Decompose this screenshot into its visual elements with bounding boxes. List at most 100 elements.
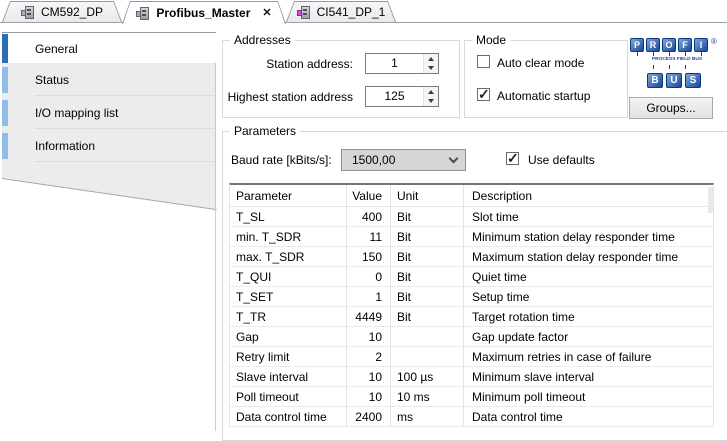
value-cell: 2 [347,347,391,366]
document-tab-label: CM592_DP [40,5,104,19]
document-tab[interactable]: Profibus_Master ✕ [122,1,286,24]
spin-up-icon[interactable] [424,54,438,64]
table-vscrollbar[interactable] [708,187,713,213]
highest-station-address-label: Highest station address [227,90,353,104]
mode-checkbox[interactable] [477,55,490,68]
logo-letter-box: P [630,38,644,52]
table-row[interactable]: T_SL 400 Bit Slot time [230,207,713,227]
description-cell: Minimum slave interval [472,369,595,384]
ci-module-icon [297,6,311,19]
document-tab-bar: CM592_DP Profibus_Master ✕ CI541_DP_1 [0,0,727,23]
unit-cell: Bit [391,247,464,266]
value-cell: 0 [347,267,391,286]
sidebar-tab-i-o-mapping-list[interactable]: I/O mapping list [2,96,216,129]
parameter-cell: Poll timeout [230,387,347,406]
unit-cell: ms [391,407,464,426]
description-cell: Maximum station delay responder time [472,249,679,264]
parameter-cell: T_TR [230,307,347,326]
sidebar-tab-label: General [35,42,78,56]
description-cell: Minimum poll timeout [472,389,586,404]
unit-cell: Bit [391,307,464,326]
table-row[interactable]: Retry limit 2 Maximum retries in case of… [230,347,713,367]
table-row[interactable]: min. T_SDR 11 Bit Minimum station delay … [230,227,713,247]
table-header-cell: Value [347,185,391,206]
unit-cell [391,327,464,346]
description-cell: Minimum station delay responder time [472,229,675,244]
logo-letter-box: F [678,38,692,52]
table-row[interactable]: max. T_SDR 150 Bit Maximum station delay… [230,247,713,267]
logo-letter-box: U [666,73,682,88]
table-row[interactable]: Slave interval 10 100 µs Minimum slave i… [230,367,713,387]
tab-stripe [2,67,8,93]
tab-stripe [2,133,8,159]
unit-cell: Bit [391,227,464,246]
value-cell: 400 [347,207,391,226]
description-cell: Data control time [472,409,563,424]
unit-cell: Bit [391,287,464,306]
baud-rate-combobox[interactable]: 1500,00 [341,149,466,171]
table-header-cell: Description [472,188,533,203]
description-cell: Target rotation time [472,309,575,324]
tab-stripe [2,100,8,126]
station-address-value[interactable]: 1 [366,54,423,73]
logo-letter-box: B [647,73,663,88]
highest-station-address-spinner[interactable]: 125 [365,86,439,107]
sidebar-inactive-tabs: Status I/O mapping list Information [2,63,216,209]
value-cell: 2400 [347,407,391,426]
table-header-cell: Parameter [230,185,347,206]
mode-checkbox[interactable] [477,86,490,103]
table-header-cell: Unit [391,185,464,206]
sidebar-tab-label: I/O mapping list [35,106,119,120]
sidebar-tab-general[interactable]: General [2,32,216,63]
parameter-cell: Data control time [230,407,347,426]
pane-splitter[interactable] [215,209,216,431]
description-cell: Quiet time [472,269,527,284]
editor-sidebar: General Status I/O mapping list Informat… [1,32,217,212]
use-defaults-checkbox[interactable] [506,150,519,167]
table-row[interactable]: T_TR 4449 Bit Target rotation time [230,307,713,327]
document-tab[interactable]: CM592_DP [2,1,122,22]
parameter-cell: T_SL [230,207,347,226]
sidebar-tab-information[interactable]: Information [2,129,216,162]
profibus-subtitle: PROCESS FIELD BUS [651,56,703,62]
parameter-cell: Gap [230,327,347,346]
unit-cell: Bit [391,267,464,286]
table-row[interactable]: Poll timeout 10 10 ms Minimum poll timeo… [230,387,713,407]
addresses-groupbox: Addresses Station address: 1 Highest sta… [222,33,460,118]
sidebar-tab-label: Status [35,73,70,87]
mode-legend: Mode [472,33,511,47]
groups-button[interactable]: Groups... [629,97,713,119]
addresses-legend: Addresses [230,33,295,47]
table-row[interactable]: T_QUI 0 Bit Quiet time [230,267,713,287]
station-address-spinner[interactable]: 1 [365,53,439,74]
table-row[interactable]: T_SET 1 Bit Setup time [230,287,713,307]
highest-station-address-value[interactable]: 125 [366,87,423,106]
value-cell: 11 [347,227,391,246]
spin-down-icon[interactable] [424,64,438,74]
unit-cell [391,347,464,366]
logo-letter-box: S [685,73,701,88]
document-tab-label: CI541_DP_1 [316,5,386,19]
parameter-cell: Slave interval [230,367,347,386]
parameters-groupbox: Parameters Baud rate [kBits/s]: 1500,00 … [222,124,727,441]
logo-letter-box: I [694,38,708,52]
value-cell: 1 [347,287,391,306]
value-cell: 150 [347,247,391,266]
table-row[interactable]: Gap 10 Gap update factor [230,327,713,347]
spin-down-icon[interactable] [424,97,438,107]
description-cell: Slot time [472,209,519,224]
parameter-cell: min. T_SDR [230,227,347,246]
table-row[interactable]: Data control time 2400 ms Data control t… [230,407,713,427]
dp-module-icon [21,6,35,19]
table-header-row: Parameter Value Unit Description [230,185,713,207]
close-icon[interactable]: ✕ [262,8,271,18]
spin-up-icon[interactable] [424,87,438,97]
value-cell: 10 [347,387,391,406]
value-cell: 10 [347,367,391,386]
mode-groupbox: Mode Auto clear mode Automatic startup [464,33,628,118]
use-defaults-label: Use defaults [528,153,595,167]
document-tab[interactable]: CI541_DP_1 [286,1,396,22]
sidebar-tab-label: Information [35,139,96,153]
station-address-label: Station address: [266,57,353,71]
sidebar-tab-status[interactable]: Status [2,63,216,96]
